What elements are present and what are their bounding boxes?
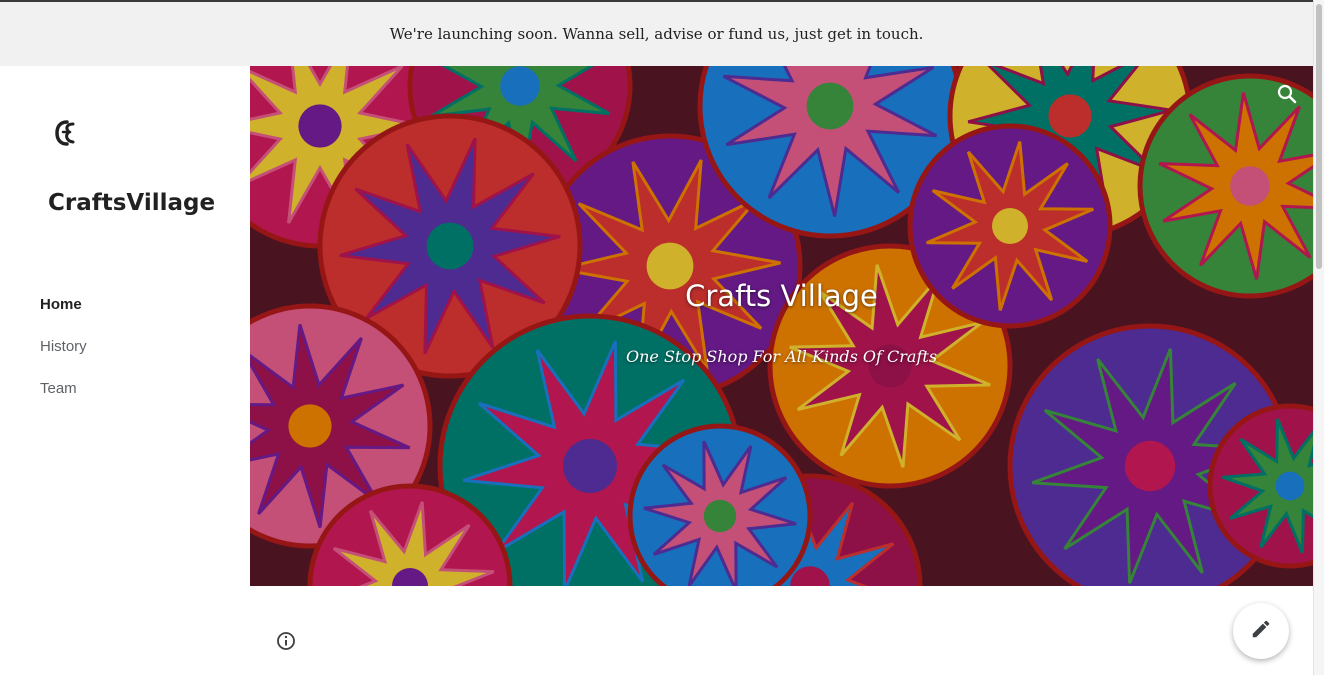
site-navigation: Home History Team <box>40 295 87 421</box>
hero-subtitle: One Stop Shop For All Kinds Of Crafts <box>625 347 938 366</box>
scrollbar-thumb[interactable] <box>1316 4 1322 269</box>
hero-title: Crafts Village <box>685 279 878 313</box>
pencil-icon <box>1250 618 1272 644</box>
sidebar: CraftsVillage Home History Team <box>0 66 250 675</box>
site-name[interactable]: CraftsVillage <box>48 190 215 216</box>
hero-overlay <box>250 66 1313 586</box>
hero-banner: Crafts Village One Stop Shop For All Kin… <box>250 66 1313 586</box>
nav-item-team[interactable]: Team <box>40 379 87 421</box>
search-icon[interactable] <box>1275 82 1299 106</box>
edit-button[interactable] <box>1233 603 1289 659</box>
page-scrollbar[interactable] <box>1313 0 1324 675</box>
announcement-banner: We're launching soon. Wanna sell, advise… <box>0 2 1313 66</box>
nav-item-history[interactable]: History <box>40 337 87 379</box>
info-icon[interactable] <box>276 631 296 651</box>
nav-item-home[interactable]: Home <box>40 295 87 337</box>
banner-text: We're launching soon. Wanna sell, advise… <box>389 25 924 43</box>
site-logo-icon[interactable] <box>54 118 78 148</box>
